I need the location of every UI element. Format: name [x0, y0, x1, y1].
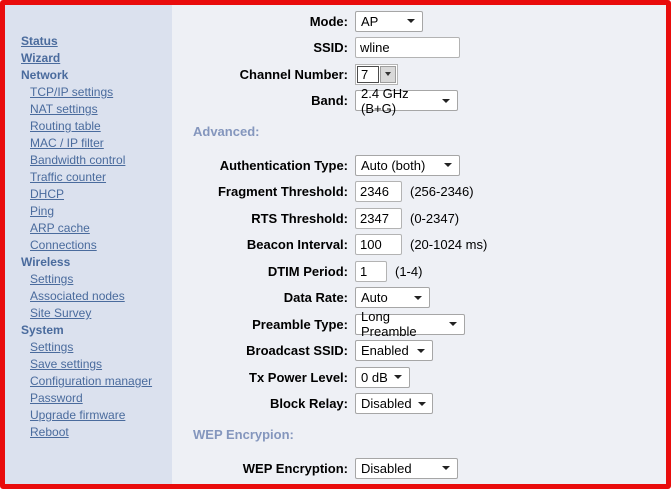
chevron-down-icon — [385, 72, 391, 76]
beacon-interval-hint: (20-1024 ms) — [410, 237, 487, 252]
mode-label: Mode: — [172, 14, 355, 29]
block-relay-label: Block Relay: — [172, 396, 355, 411]
rts-threshold-hint: (0-2347) — [410, 211, 459, 226]
preamble-type-select[interactable]: Long Preamble — [355, 314, 465, 335]
data-rate-row: Data Rate: Auto — [172, 285, 666, 312]
broadcast-ssid-select[interactable]: Enabled — [355, 340, 433, 361]
chevron-down-icon — [442, 466, 450, 470]
wireless-settings-form: Mode: AP SSID: Channel Number: 7 Band: 2… — [172, 5, 666, 484]
tx-power-level-select[interactable]: 0 dB — [355, 367, 410, 388]
chevron-down-icon — [414, 296, 422, 300]
chevron-down-icon — [407, 19, 415, 23]
chevron-down-icon — [417, 349, 425, 353]
band-row: Band: 2.4 GHz (B+G) — [172, 88, 666, 115]
tx-power-level-row: Tx Power Level: 0 dB — [172, 364, 666, 391]
dtim-period-row: DTIM Period: (1-4) — [172, 258, 666, 285]
tx-power-level-label: Tx Power Level: — [172, 370, 355, 385]
data-rate-value: Auto — [361, 290, 388, 305]
chevron-down-icon — [394, 375, 402, 379]
beacon-interval-row: Beacon Interval: (20-1024 ms) — [172, 232, 666, 259]
authentication-type-row: Authentication Type: Auto (both) — [172, 152, 666, 179]
sidebar-item-wizard[interactable]: Wizard — [21, 50, 172, 67]
rts-threshold-row: RTS Threshold: (0-2347) — [172, 205, 666, 232]
authentication-type-label: Authentication Type: — [172, 158, 355, 173]
band-label: Band: — [172, 93, 355, 108]
ssid-label: SSID: — [172, 40, 355, 55]
wep-encryption-row: WEP Encryption: Disabled — [172, 455, 666, 482]
fragment-threshold-input[interactable] — [355, 181, 402, 202]
broadcast-ssid-row: Broadcast SSID: Enabled — [172, 338, 666, 365]
ssid-row: SSID: — [172, 35, 666, 62]
sidebar-item-upgrade-firmware[interactable]: Upgrade firmware — [21, 407, 172, 424]
band-select[interactable]: 2.4 GHz (B+G) — [355, 90, 458, 111]
sidebar-header-wireless: Wireless — [21, 254, 172, 271]
tx-power-level-value: 0 dB — [361, 370, 388, 385]
wep-encryption-label: WEP Encryption: — [172, 461, 355, 476]
sidebar-header-system: System — [21, 322, 172, 339]
authentication-type-value: Auto (both) — [361, 158, 425, 173]
dtim-period-hint: (1-4) — [395, 264, 422, 279]
sidebar-item-traffic-counter[interactable]: Traffic counter — [21, 169, 172, 186]
chevron-down-icon — [418, 402, 426, 406]
sidebar: Status Wizard Network TCP/IP settings NA… — [5, 5, 172, 484]
broadcast-ssid-label: Broadcast SSID: — [172, 343, 355, 358]
wep-encryption-select[interactable]: Disabled — [355, 458, 458, 479]
broadcast-ssid-value: Enabled — [361, 343, 409, 358]
mode-row: Mode: AP — [172, 8, 666, 35]
sidebar-item-routing-table[interactable]: Routing table — [21, 118, 172, 135]
dtim-period-label: DTIM Period: — [172, 264, 355, 279]
mode-select-value: AP — [361, 14, 378, 29]
sidebar-item-bandwidth-control[interactable]: Bandwidth control — [21, 152, 172, 169]
beacon-interval-input[interactable] — [355, 234, 402, 255]
authentication-type-select[interactable]: Auto (both) — [355, 155, 460, 176]
chevron-down-icon — [442, 99, 450, 103]
chevron-down-icon — [449, 322, 457, 326]
sidebar-item-mac-ip-filter[interactable]: MAC / IP filter — [21, 135, 172, 152]
data-rate-label: Data Rate: — [172, 290, 355, 305]
router-admin-window: Status Wizard Network TCP/IP settings NA… — [0, 0, 671, 489]
sidebar-item-wireless-settings[interactable]: Settings — [21, 271, 172, 288]
advanced-section-header: Advanced: — [172, 124, 666, 140]
mode-select[interactable]: AP — [355, 11, 423, 32]
sidebar-item-site-survey[interactable]: Site Survey — [21, 305, 172, 322]
channel-number-label: Channel Number: — [172, 67, 355, 82]
channel-number-value: 7 — [357, 66, 379, 83]
fragment-threshold-row: Fragment Threshold: (256-2346) — [172, 179, 666, 206]
sidebar-item-password[interactable]: Password — [21, 390, 172, 407]
sidebar-item-arp-cache[interactable]: ARP cache — [21, 220, 172, 237]
preamble-type-label: Preamble Type: — [172, 317, 355, 332]
dtim-period-input[interactable] — [355, 261, 387, 282]
data-rate-select[interactable]: Auto — [355, 287, 430, 308]
sidebar-item-dhcp[interactable]: DHCP — [21, 186, 172, 203]
preamble-type-value: Long Preamble — [361, 309, 443, 339]
sidebar-item-configuration-manager[interactable]: Configuration manager — [21, 373, 172, 390]
fragment-threshold-hint: (256-2346) — [410, 184, 474, 199]
band-select-value: 2.4 GHz (B+G) — [361, 86, 436, 116]
sidebar-item-nat-settings[interactable]: NAT settings — [21, 101, 172, 118]
sidebar-item-save-settings[interactable]: Save settings — [21, 356, 172, 373]
combo-dropdown-button[interactable] — [380, 66, 396, 83]
sidebar-item-connections[interactable]: Connections — [21, 237, 172, 254]
sidebar-header-network: Network — [21, 67, 172, 84]
beacon-interval-label: Beacon Interval: — [172, 237, 355, 252]
sidebar-item-associated-nodes[interactable]: Associated nodes — [21, 288, 172, 305]
sidebar-item-ping[interactable]: Ping — [21, 203, 172, 220]
block-relay-value: Disabled — [361, 396, 412, 411]
wep-section-header: WEP Encrypion: — [172, 427, 666, 443]
ssid-input[interactable] — [355, 37, 460, 58]
sidebar-item-status[interactable]: Status — [21, 33, 172, 50]
rts-threshold-label: RTS Threshold: — [172, 211, 355, 226]
block-relay-select[interactable]: Disabled — [355, 393, 433, 414]
fragment-threshold-label: Fragment Threshold: — [172, 184, 355, 199]
channel-number-combobox[interactable]: 7 — [355, 64, 398, 85]
preamble-type-row: Preamble Type: Long Preamble — [172, 311, 666, 338]
rts-threshold-input[interactable] — [355, 208, 402, 229]
channel-number-row: Channel Number: 7 — [172, 61, 666, 88]
wep-encryption-value: Disabled — [361, 461, 412, 476]
sidebar-item-system-settings[interactable]: Settings — [21, 339, 172, 356]
sidebar-item-reboot[interactable]: Reboot — [21, 424, 172, 441]
block-relay-row: Block Relay: Disabled — [172, 391, 666, 418]
sidebar-item-tcpip-settings[interactable]: TCP/IP settings — [21, 84, 172, 101]
chevron-down-icon — [444, 163, 452, 167]
